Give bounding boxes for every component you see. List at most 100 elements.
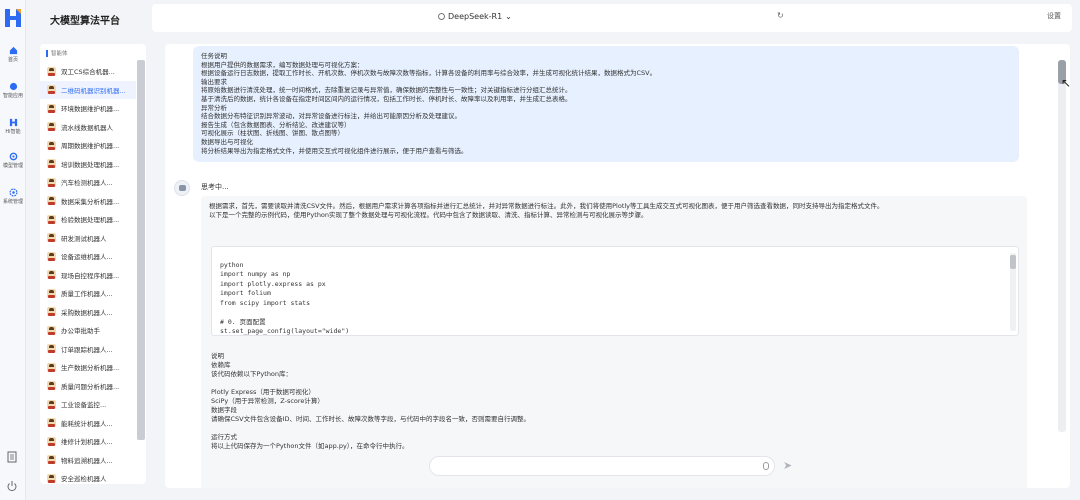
- chat-input-bar[interactable]: [429, 456, 775, 476]
- code-line: import numpy as np: [220, 270, 291, 278]
- list-item[interactable]: 设备运维机器人...: [40, 247, 136, 266]
- list-item[interactable]: 办公审批助手: [40, 321, 136, 340]
- rail-label: 首页: [7, 57, 18, 63]
- avatar: [47, 122, 56, 132]
- bot-avatar-icon: [174, 180, 190, 196]
- model-selector[interactable]: DeepSeek-R1 ⌄: [438, 12, 512, 21]
- code-line: import folium: [220, 289, 271, 297]
- top-bar: [152, 4, 1072, 32]
- user-message-line: 可视化展示（柱状图、折线图、饼图、散点图等）: [201, 129, 344, 138]
- avatar: [47, 233, 56, 243]
- user-message-line: 数据导出与可视化: [201, 137, 253, 146]
- thinking-status: 思考中...: [201, 183, 229, 191]
- rail-item-home[interactable]: 首页: [0, 46, 26, 63]
- rail-item-hi[interactable]: Hi智能: [0, 118, 26, 135]
- settings-icon: [8, 188, 18, 197]
- avatar: [47, 344, 56, 354]
- list-item[interactable]: 培训数据处理机器...: [40, 155, 136, 174]
- user-message-line: 将分析结果导出为指定格式文件，并使用交互式可视化组件进行展示，便于用户查看与筛选…: [201, 146, 468, 155]
- avatar: [47, 85, 56, 95]
- list-item[interactable]: 环境数据维护机器...: [40, 99, 136, 118]
- avatar: [47, 418, 56, 428]
- list-item[interactable]: 汽车检测机器人...: [40, 173, 136, 192]
- microphone-icon[interactable]: [763, 462, 769, 470]
- note-line: 说明: [211, 352, 224, 360]
- chat-panel: 任务说明 根据用户提供的数据需求，编写数据处理与可视化方案： 根据设备运行日志数…: [165, 44, 1070, 488]
- list-item-label: 安全巡检机器人: [61, 475, 107, 484]
- list-item-label: 培训数据处理机器...: [61, 160, 120, 169]
- avatar: [47, 307, 56, 317]
- list-item[interactable]: 能耗统计机器人...: [40, 414, 136, 433]
- list-item[interactable]: 检验数据处理机器...: [40, 210, 136, 229]
- refresh-icon[interactable]: ↻: [777, 11, 784, 20]
- list-item[interactable]: 研发测试机器人: [40, 229, 136, 248]
- list-item[interactable]: 双工CS综合机器...: [40, 62, 136, 81]
- list-item-label: 流水线数据机器人: [61, 123, 113, 132]
- code-line: from scipy import stats: [220, 298, 311, 307]
- list-item[interactable]: 维修计划机器人...: [40, 432, 136, 451]
- list-item[interactable]: 生产数据分析机器...: [40, 358, 136, 377]
- logo-small-icon: [9, 118, 17, 127]
- document-icon[interactable]: [6, 451, 18, 463]
- list-item-label: 二维码机器识别机器...: [61, 86, 126, 95]
- code-line: st.set_page_config(layout="wide"): [220, 327, 350, 335]
- list-item[interactable]: 流水线数据机器人: [40, 118, 136, 137]
- settings-link[interactable]: 设置: [1047, 11, 1061, 21]
- note-line: 运行方式: [211, 433, 237, 441]
- list-item[interactable]: 周期数据维护机器...: [40, 136, 136, 155]
- send-icon[interactable]: ➤: [783, 459, 792, 472]
- sidebar-scrollbar[interactable]: [137, 60, 145, 440]
- list-item-label: 质量工作机器人...: [61, 290, 113, 299]
- avatar: [47, 66, 56, 76]
- sidebar-header-accent: [46, 49, 48, 57]
- list-item[interactable]: 二维码机器识别机器...: [40, 80, 136, 99]
- list-item-label: 检验数据处理机器...: [61, 216, 120, 225]
- rail-label: 智能应用: [2, 93, 23, 99]
- list-item-label: 生产数据分析机器...: [61, 364, 120, 373]
- code-block[interactable]: python import numpy as np import plotly.…: [211, 246, 1019, 336]
- list-item[interactable]: 数据采集分析机器...: [40, 192, 136, 211]
- model-name: DeepSeek-R1: [448, 12, 503, 21]
- code-scrollbar-thumb[interactable]: [1010, 255, 1016, 269]
- chat-scrollbar[interactable]: [1058, 60, 1066, 432]
- power-icon[interactable]: [6, 480, 18, 492]
- answer-notes: 说明 依赖库 该代码依赖以下Python库： Plotly Express（用于…: [211, 352, 1011, 451]
- note-line: 该代码依赖以下Python库：: [211, 370, 293, 378]
- app-logo-icon[interactable]: [3, 7, 23, 29]
- list-item[interactable]: 物料追溯机器人...: [40, 451, 136, 470]
- avatar: [47, 270, 56, 280]
- rail-item-model[interactable]: 模型管理: [0, 152, 26, 169]
- rail-label: 系统管理: [2, 199, 23, 205]
- list-item-label: 汽车检测机器人...: [61, 179, 113, 188]
- list-item[interactable]: 质量问题分析机器...: [40, 377, 136, 396]
- note-line: 依赖库: [211, 361, 231, 369]
- rail-item-apps[interactable]: 智能应用: [0, 82, 26, 99]
- list-item[interactable]: 采购数据机器人...: [40, 303, 136, 322]
- list-item-label: 能耗统计机器人...: [61, 419, 113, 428]
- list-item-label: 采购数据机器人...: [61, 308, 113, 317]
- avatar: [47, 177, 56, 187]
- code-line: import plotly.express as px: [220, 279, 326, 288]
- chat-input[interactable]: [438, 461, 758, 473]
- list-item[interactable]: 工业设备监控...: [40, 395, 136, 414]
- code-line: python: [220, 260, 244, 269]
- list-item[interactable]: 安全巡检机器人: [40, 469, 136, 484]
- code-scrollbar[interactable]: [1010, 253, 1016, 331]
- avatar: [47, 196, 56, 206]
- list-item-label: 数据采集分析机器...: [61, 197, 120, 206]
- note-line: SciPy（用于异常检测，Z-score计算）: [211, 397, 324, 405]
- avatar: [47, 214, 56, 224]
- user-message-line: 根据用户提供的数据需求，编写数据处理与可视化方案：: [201, 60, 364, 69]
- list-item[interactable]: 现场自控程序机器...: [40, 266, 136, 285]
- list-item-label: 研发测试机器人: [61, 234, 107, 243]
- assistant-answer: 根据需求，首先，需要读取并清洗CSV文件。然后，根据用户需求计算各项指标并进行汇…: [201, 196, 1027, 488]
- list-item[interactable]: 质量工作机器人...: [40, 284, 136, 303]
- note-line: [211, 424, 1011, 433]
- rail-item-system[interactable]: 系统管理: [0, 188, 26, 205]
- user-message-line: 报告生成（包含数据图表、分析结论、改进建议等）: [201, 120, 351, 129]
- list-item[interactable]: 订单跟踪机器人...: [40, 340, 136, 359]
- avatar: [47, 381, 56, 391]
- avatar: [47, 103, 56, 113]
- list-item-label: 工业设备监控...: [61, 401, 107, 410]
